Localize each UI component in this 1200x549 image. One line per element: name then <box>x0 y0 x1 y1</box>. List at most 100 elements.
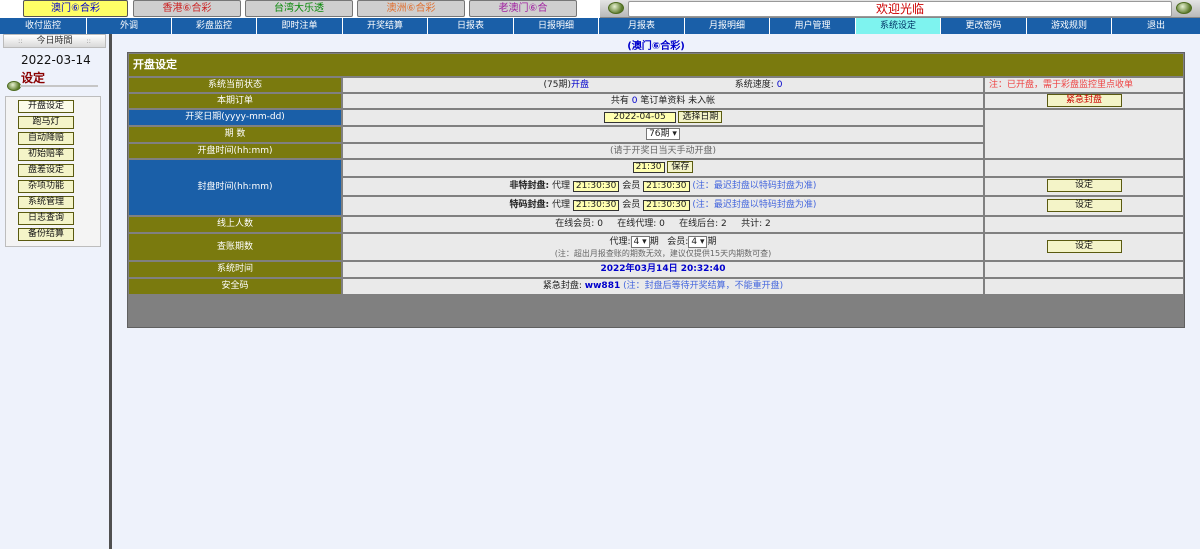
special-row: 特码封盘: 代理 21:30:30 会员 21:30:30 (注：最迟封盘以特码… <box>343 197 983 215</box>
lottery-tab-label: 澳门⑥合彩 <box>51 3 100 14</box>
sidebar-item-auto-odds[interactable]: 自动降赔 <box>18 132 74 145</box>
open-time-label: 开盘时间(hh:mm) <box>129 144 341 158</box>
non-special-member-time[interactable]: 21:30:30 <box>643 181 690 192</box>
period-select-value: 76期 <box>649 129 670 139</box>
query-member-label: 会员: <box>667 237 689 247</box>
query-member-value: 4 <box>691 237 698 247</box>
divider <box>20 85 98 87</box>
nav-daily-detail[interactable]: 日报明细 <box>514 18 599 34</box>
chevron-down-icon: ▾ <box>699 237 705 247</box>
dots-icon: :: <box>18 37 23 45</box>
online-label: 线上人数 <box>129 217 341 232</box>
sidebar-item-initial-odds[interactable]: 初始赔率 <box>18 148 74 161</box>
order-count: 0 <box>631 96 638 106</box>
nav-logout[interactable]: 退出 <box>1112 18 1200 34</box>
draw-date-input[interactable]: 2022-04-05 <box>603 112 676 123</box>
open-settings-panel: 开盘设定 系统当前状态 (75期)开盘 系统速度: 0 注：已开盘，需于彩盘监控… <box>127 52 1185 328</box>
dots-icon: :: <box>86 37 91 45</box>
today-header: :: 今日時間 :: <box>3 34 106 48</box>
nav-user-manage[interactable]: 用户管理 <box>770 18 856 34</box>
knob-icon <box>7 81 21 91</box>
draw-date-label: 开奖日期(yyyy-mm-dd) <box>129 110 341 125</box>
save-button[interactable]: 保存 <box>667 161 694 173</box>
empty-cell <box>985 262 1183 277</box>
close-time-input[interactable]: 21:30 <box>632 162 665 173</box>
lottery-tab-hongkong[interactable]: 香港⑥合彩 <box>133 0 241 17</box>
nav-change-password[interactable]: 更改密码 <box>941 18 1027 34</box>
security-value: 紧急封盘: ww881 (注：封盘后等待开奖结算，不能重开盘) <box>343 279 983 294</box>
set-query-button[interactable]: 设定 <box>1046 240 1122 253</box>
nav-live-orders[interactable]: 即时注单 <box>257 18 343 34</box>
sidebar-item-spread[interactable]: 盘差设定 <box>18 164 74 177</box>
emergency-close-button[interactable]: 紧急封盘 <box>1046 94 1122 107</box>
member-label: 会员 <box>622 200 641 210</box>
main-content: (澳门⑥合彩) 开盘设定 系统当前状态 (75期)开盘 系统速度: 0 注：已开… <box>112 34 1200 549</box>
special-agent-time[interactable]: 21:30:30 <box>572 200 620 211</box>
speed-label: 系统速度: <box>734 80 774 90</box>
period-label: 期 数 <box>129 127 341 142</box>
sidebar-item-backup[interactable]: 备份结算 <box>18 228 74 241</box>
status-open: 开盘 <box>571 80 590 90</box>
lottery-tab-taiwan[interactable]: 台湾大乐透 <box>245 0 353 17</box>
period-unit: 期 <box>649 237 659 247</box>
special-member-time[interactable]: 21:30:30 <box>643 200 690 211</box>
set-special-button[interactable]: 设定 <box>1046 199 1122 212</box>
nav-draw-settle[interactable]: 开奖结算 <box>343 18 428 34</box>
lottery-tab-label: 香港⑥合彩 <box>162 3 212 14</box>
nav-external[interactable]: 外调 <box>87 18 172 34</box>
sys-time-value: 2022年03月14日 20:32:40 <box>343 262 983 277</box>
sidebar-title: 设定 <box>21 71 46 85</box>
nav-lottery-monitor[interactable]: 彩盘监控 <box>172 18 257 34</box>
nav-daily-report[interactable]: 日报表 <box>428 18 514 34</box>
panel-title: 开盘设定 <box>129 54 1183 76</box>
knob-right-icon <box>1176 2 1192 14</box>
query-value: 代理: 4 ▾ 期 会员: 4 ▾ 期 (注：超出月报查账的期数无效，建议仅提供15天内… <box>343 234 983 260</box>
query-note: (注：超出月报查账的期数无效，建议仅提供15天内期数可查) <box>554 249 772 258</box>
set-cell: 设定 <box>985 234 1183 260</box>
nav-collect-monitor[interactable]: 收付监控 <box>0 18 87 34</box>
lottery-tab-old-macau[interactable]: 老澳门⑥合 <box>469 0 577 17</box>
status-period: (75期) <box>543 80 572 90</box>
nav-monthly-report[interactable]: 月报表 <box>599 18 685 34</box>
knob-left-icon <box>608 2 624 14</box>
non-special-row: 非特封盘: 代理 21:30:30 会员 21:30:30 (注：最迟封盘以特码… <box>343 178 983 195</box>
query-member-select[interactable]: 4 ▾ <box>688 236 708 248</box>
sidebar-item-misc[interactable]: 杂项功能 <box>18 180 74 193</box>
empty-cell <box>985 279 1183 294</box>
special-label: 特码封盘: <box>509 200 550 210</box>
today-date: 2022-03-14 <box>21 53 91 67</box>
order-post: 笔订单资料 未入帐 <box>640 96 716 106</box>
sidebar-item-marquee[interactable]: 跑马灯 <box>18 116 74 129</box>
nav-system-settings[interactable]: 系统设定 <box>856 18 941 34</box>
today-label: 今日時間 <box>36 36 73 46</box>
nav-game-rules[interactable]: 游戏规则 <box>1027 18 1112 34</box>
lottery-tab-label: 老澳门⑥合 <box>498 3 548 14</box>
online-value: 在线会员: 0 在线代理: 0 在线后台: 2 共计: 2 <box>343 217 983 232</box>
close-time-value: 21:30 保存 <box>343 160 983 176</box>
nav-monthly-detail[interactable]: 月报明细 <box>685 18 770 34</box>
close-time-label: 封盘时间(hh:mm) <box>129 160 341 215</box>
open-time-note: (请于开奖日当天手动开盘) <box>343 144 983 158</box>
agent-label: 代理 <box>552 181 571 191</box>
agent-label: 代理 <box>552 200 571 210</box>
non-special-agent-time[interactable]: 21:30:30 <box>572 181 620 192</box>
lottery-tab-australia[interactable]: 澳洲⑥合彩 <box>357 0 465 17</box>
security-label: 安全码 <box>129 279 341 294</box>
lottery-tab-macau[interactable]: 澳门⑥合彩 <box>23 0 128 17</box>
chevron-down-icon: ▾ <box>672 129 677 139</box>
set-cell: 设定 <box>985 197 1183 215</box>
query-agent-select[interactable]: 4 ▾ <box>630 236 650 248</box>
sidebar-item-logs[interactable]: 日志查询 <box>18 212 74 225</box>
period-select[interactable]: 76期 ▾ <box>646 128 680 140</box>
status-value: (75期)开盘 系统速度: 0 <box>343 78 983 92</box>
lottery-tab-label: 台湾大乐透 <box>274 3 324 14</box>
empty-cell <box>985 160 1183 176</box>
sidebar-menu: 开盘设定 跑马灯 自动降赔 初始赔率 盘差设定 杂项功能 系统管理 日志查询 备… <box>5 96 101 247</box>
sys-time-label: 系统时间 <box>129 262 341 277</box>
welcome-bar: 欢迎光临 <box>600 0 1200 18</box>
sidebar-item-system[interactable]: 系统管理 <box>18 196 74 209</box>
sidebar-item-open-settings[interactable]: 开盘设定 <box>18 100 74 113</box>
set-cell: 设定 <box>985 178 1183 195</box>
set-non-special-button[interactable]: 设定 <box>1046 179 1122 192</box>
choose-date-button[interactable]: 选择日期 <box>678 111 723 123</box>
